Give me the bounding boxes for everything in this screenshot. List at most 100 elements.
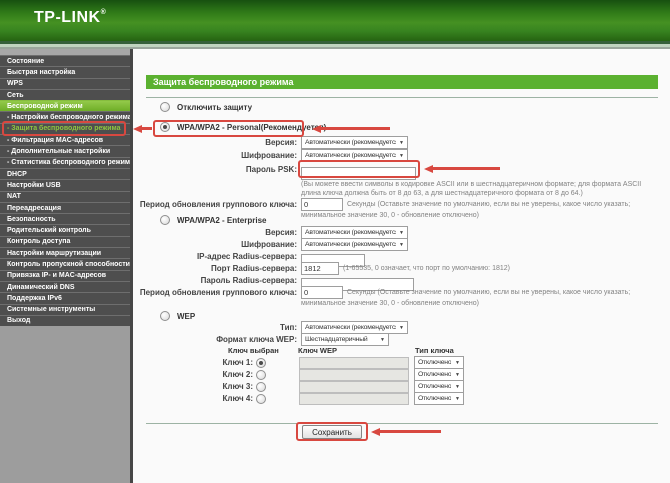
annotation-box-psk-input <box>298 160 420 178</box>
wpa-enterprise-option: WPA/WPA2 - Enterprise <box>160 215 267 225</box>
dropdown-caret-icon: ▼ <box>455 395 460 402</box>
annotation-box-wpa-personal <box>153 120 304 137</box>
annotation-box-sidebar-security <box>2 121 126 136</box>
personal-group-key-note-line2: минимальное значение 30, 0 - обновление … <box>301 212 479 219</box>
personal-version-label: Версия: <box>265 138 297 147</box>
radius-password-label: Пароль Radius-сервера: <box>200 276 297 285</box>
wep-key1-input[interactable] <box>299 356 409 369</box>
enterprise-group-key-note-line2: минимальное значение 30, 0 - обновление … <box>301 300 479 307</box>
enterprise-group-key-note-line1: Секунды (Оставьте значение по умолчанию,… <box>347 289 631 296</box>
wep-radio[interactable] <box>160 311 170 321</box>
wep-format-select[interactable]: Шестнадцатеричный ▼ <box>301 333 389 346</box>
wep-option: WEP <box>160 311 195 321</box>
wep-format-label: Формат ключа WEP: <box>216 335 297 344</box>
dropdown-caret-icon: ▼ <box>455 383 460 390</box>
wep-col-selected: Ключ выбран <box>228 346 279 355</box>
enterprise-group-key-label: Период обновления группового ключа: <box>139 288 297 297</box>
sidebar-item-parental-control[interactable]: Родительский контроль <box>0 224 130 236</box>
top-banner: TP-LINK® <box>0 0 670 41</box>
wep-key2-label: Ключ 2: <box>222 370 253 379</box>
router-admin-page: TP-LINK® Состояние Быстрая настройка WPS… <box>0 0 670 483</box>
radius-port-label: Порт Radius-сервера: <box>211 264 297 273</box>
psk-password-label: Пароль PSK: <box>245 165 297 174</box>
psk-note: (Вы можете ввести символы в кодировке AS… <box>301 181 642 197</box>
enterprise-encryption-label: Шифрование: <box>241 240 297 249</box>
wep-key4-label: Ключ 4: <box>222 394 253 403</box>
enterprise-group-key-row: Период обновления группового ключа: Секу… <box>133 286 630 308</box>
wep-key2-radio[interactable] <box>256 369 266 380</box>
dropdown-caret-icon: ▼ <box>455 359 460 366</box>
sidebar-menu: Состояние Быстрая настройка WPS Сеть Бес… <box>0 55 130 327</box>
dropdown-caret-icon: ▼ <box>399 139 404 146</box>
sidebar-item-network[interactable]: Сеть <box>0 88 130 101</box>
sidebar-item-wireless[interactable]: Беспроводной режим <box>0 100 130 112</box>
footer-divider <box>146 423 658 424</box>
dropdown-caret-icon: ▼ <box>380 336 385 343</box>
registered-mark: ® <box>100 9 107 16</box>
personal-version-select[interactable]: Автоматически (рекомендуется) ▼ <box>301 136 408 149</box>
wep-key-row-4: Ключ 4: Отключено ▼ <box>133 392 464 405</box>
sidebar-item-quick-setup[interactable]: Быстрая настройка <box>0 66 130 78</box>
radius-port-note: (1-65535, 0 означает, что порт по умолча… <box>343 265 510 272</box>
wep-format-row: Формат ключа WEP: Шестнадцатеричный ▼ <box>133 333 389 346</box>
wep-key2-input[interactable] <box>299 368 409 381</box>
sidebar-nav: Состояние Быстрая настройка WPS Сеть Бес… <box>0 49 133 483</box>
annotation-arrow-sidebar <box>133 124 152 133</box>
sidebar-item-forwarding[interactable]: Переадресация <box>0 201 130 214</box>
wep-key4-radio[interactable] <box>256 393 266 404</box>
sidebar-item-dynamic-dns[interactable]: Динамический DNS <box>0 280 130 293</box>
wep-type-label: Тип: <box>280 323 297 332</box>
page-title: Защита беспроводного режима <box>146 75 658 89</box>
sidebar-item-ip-mac-binding[interactable]: Привязка IP- и MAC-адресов <box>0 269 130 281</box>
dropdown-caret-icon: ▼ <box>399 324 404 331</box>
sidebar-item-logout[interactable]: Выход <box>0 314 130 327</box>
wep-key4-input[interactable] <box>299 392 409 405</box>
sidebar-item-status[interactable]: Состояние <box>0 55 130 67</box>
wep-key3-input[interactable] <box>299 380 409 393</box>
wep-key1-radio[interactable] <box>256 357 266 368</box>
personal-version-row: Версия: Автоматически (рекомендуется) ▼ <box>133 136 408 149</box>
wep-key3-radio[interactable] <box>256 381 266 392</box>
header-divider <box>146 97 658 98</box>
sidebar-item-advanced-settings[interactable]: - Дополнительные настройки <box>0 145 130 157</box>
dropdown-caret-icon: ▼ <box>399 241 404 248</box>
wep-key3-label: Ключ 3: <box>222 382 253 391</box>
wpa-enterprise-radio[interactable] <box>160 215 170 225</box>
annotation-arrow-save-button <box>371 427 441 436</box>
sidebar-item-ipv6[interactable]: Поддержка IPv6 <box>0 292 130 304</box>
main-content: Защита беспроводного режима Отключить за… <box>133 49 670 483</box>
wep-col-key: Ключ WEP <box>298 346 337 355</box>
tp-link-logo: TP-LINK® <box>34 9 107 26</box>
disable-security-option: Отключить защиту <box>160 102 252 112</box>
sidebar-item-bandwidth-control[interactable]: Контроль пропускной способности <box>0 258 130 270</box>
disable-security-label: Отключить защиту <box>177 102 253 112</box>
wep-key4-type-select[interactable]: Отключено ▼ <box>414 392 464 405</box>
disable-security-radio[interactable] <box>160 102 170 112</box>
wep-label: WEP <box>177 311 196 321</box>
sidebar-item-security[interactable]: Безопасность <box>0 213 130 225</box>
dropdown-caret-icon: ▼ <box>455 371 460 378</box>
sidebar-item-wireless-statistics[interactable]: - Статистика беспроводного режима <box>0 156 130 168</box>
sidebar-item-system-tools[interactable]: Системные инструменты <box>0 303 130 315</box>
personal-group-key-input[interactable] <box>301 198 343 211</box>
sidebar-item-routing[interactable]: Настройки маршрутизации <box>0 247 130 259</box>
personal-group-key-note-line1: Секунды (Оставьте значение по умолчанию,… <box>347 201 631 208</box>
dropdown-caret-icon: ▼ <box>399 152 404 159</box>
personal-group-key-label: Период обновления группового ключа: <box>139 200 297 209</box>
annotation-box-save-button <box>296 422 368 441</box>
sidebar-item-wps[interactable]: WPS <box>0 77 130 89</box>
sidebar-item-access-control[interactable]: Контроль доступа <box>0 235 130 248</box>
wpa-enterprise-label: WPA/WPA2 - Enterprise <box>177 215 267 225</box>
personal-encryption-label: Шифрование: <box>241 151 297 160</box>
sidebar-item-dhcp[interactable]: DHCP <box>0 167 130 180</box>
annotation-arrow-psk-input <box>424 164 500 173</box>
sidebar-item-usb-settings[interactable]: Настройки USB <box>0 179 130 191</box>
wep-key1-label: Ключ 1: <box>222 358 253 367</box>
enterprise-version-label: Версия: <box>265 228 297 237</box>
enterprise-group-key-input[interactable] <box>301 286 343 299</box>
dropdown-caret-icon: ▼ <box>399 229 404 236</box>
annotation-arrow-wpa-personal <box>312 124 390 133</box>
radius-ip-label: IP-адрес Radius-сервера: <box>196 252 297 261</box>
wep-col-type: Тип ключа <box>415 346 454 355</box>
sidebar-item-nat[interactable]: NAT <box>0 190 130 202</box>
